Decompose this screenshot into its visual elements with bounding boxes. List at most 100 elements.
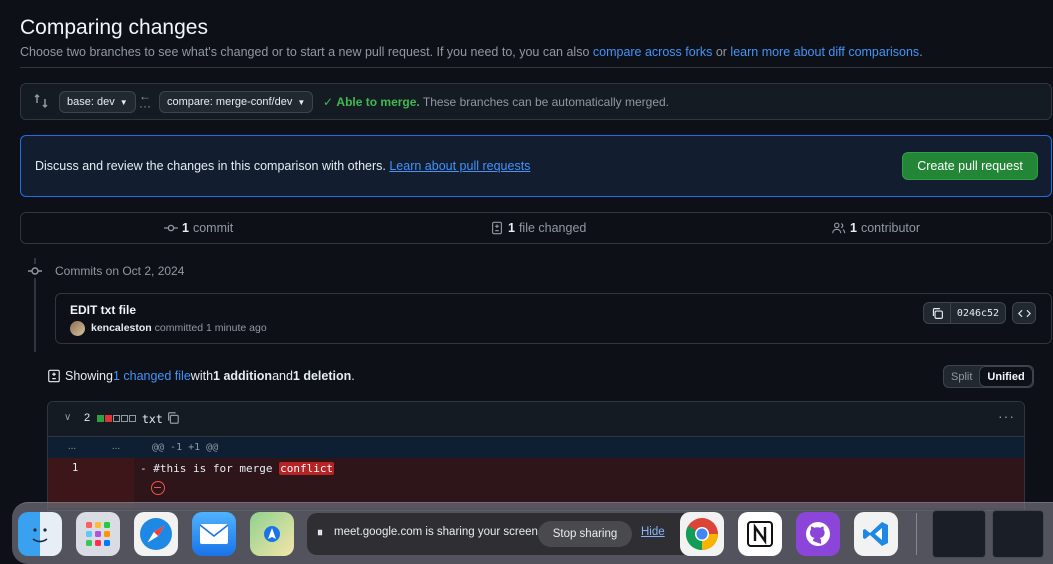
avatar[interactable] (70, 321, 85, 336)
split-view-button[interactable]: Split (944, 366, 979, 387)
base-branch-label: base: dev (67, 96, 115, 108)
launchpad-icon[interactable] (76, 512, 120, 556)
learn-pr-link[interactable]: Learn about pull requests (389, 159, 530, 173)
range-editor: base: dev ▼ ← ··· compare: merge-conf/dev ▼… (20, 83, 1052, 120)
expand-down-button[interactable]: ... (96, 441, 136, 452)
maps-icon[interactable] (250, 512, 294, 556)
file-header: ∨ 2 txt ··· (48, 402, 1024, 437)
file-diff-icon (48, 369, 60, 383)
caret-down-icon: ▼ (119, 97, 128, 107)
merge-status: ✓ Able to merge. These branches can be a… (323, 95, 669, 109)
commits-label: commit (192, 221, 234, 235)
subtitle-text: Choose two branches to see what's change… (20, 45, 593, 59)
arrow-left-icon: ← ··· (139, 89, 151, 113)
browse-code-button[interactable] (1012, 302, 1036, 324)
commit-sha-link[interactable]: 0246c52 (951, 302, 1006, 324)
copy-icon[interactable] (166, 411, 180, 425)
finder-icon[interactable] (18, 512, 62, 556)
diff-view-toggle: Split Unified (943, 365, 1034, 388)
deleted-text: - #this is for merge (140, 462, 280, 475)
summary-with: with (190, 369, 214, 383)
minus-circle-icon (151, 481, 165, 495)
safari-icon[interactable] (134, 512, 178, 556)
people-icon (832, 222, 846, 234)
comparison-stats: 1 commit 1 file changed 1 contributor (20, 212, 1052, 244)
dock-separator (916, 513, 917, 555)
commit-meta: kencaleston committed 1 minute ago (91, 322, 267, 334)
base-branch-select[interactable]: base: dev ▼ (59, 91, 136, 113)
expand-up-button[interactable]: ... (52, 441, 92, 452)
commit-author-link[interactable]: kencaleston (91, 322, 152, 334)
hunk-header-text: @@ -1 +1 @@ (152, 442, 219, 453)
pr-prompt-text: Discuss and review the changes in this c… (35, 159, 390, 173)
file-diff: ∨ 2 txt ··· ... ... @@ -1 +1 @@ 1 - #thi… (47, 401, 1025, 511)
compare-branch-select[interactable]: compare: merge-conf/dev ▼ (159, 91, 314, 113)
stat-files[interactable]: 1 file changed (490, 221, 586, 235)
git-commit-icon (28, 264, 42, 278)
github-desktop-icon[interactable] (796, 512, 840, 556)
code-icon (1017, 309, 1031, 317)
line-number-gutter: 1 (48, 458, 134, 508)
notion-icon[interactable] (738, 512, 782, 556)
subtitle-or: or (712, 45, 731, 59)
contributors-count: 1 (850, 221, 857, 235)
copy-icon (932, 307, 943, 319)
diffstat-neutral (113, 415, 120, 422)
contributors-label: contributor (860, 221, 921, 235)
files-label: file changed (518, 221, 587, 235)
summary-and: and (272, 369, 293, 383)
chrome-icon[interactable] (680, 512, 724, 556)
stat-commits[interactable]: 1 commit (164, 221, 233, 235)
caret-down-icon: ▼ (297, 97, 306, 107)
minimized-window-thumbnail[interactable] (992, 510, 1044, 558)
vscode-icon[interactable] (854, 512, 898, 556)
commit-title-link[interactable]: EDIT txt file (70, 303, 136, 317)
commit-sha-group: 0246c52 (923, 302, 1036, 326)
diff-line-deleted: 1 - #this is for merge conflict (48, 458, 1024, 508)
summary-suffix: . (351, 369, 355, 383)
line-number[interactable]: 1 (72, 462, 78, 474)
create-pull-request-button[interactable]: Create pull request (902, 152, 1038, 180)
diff-line-code: - #this is for merge conflict (140, 462, 335, 475)
summary-additions: 1 addition (213, 369, 273, 383)
diffstat-add (97, 415, 104, 422)
kebab-menu-icon[interactable]: ··· (998, 408, 1015, 424)
minimized-window-thumbnail[interactable] (932, 510, 986, 558)
header-divider (20, 67, 1052, 68)
deleted-highlight: conflict (279, 462, 335, 475)
commit-time: committed 1 minute ago (151, 322, 267, 334)
check-icon: ✓ (323, 95, 334, 109)
commits-date-heading: Commits on Oct 2, 2024 (55, 264, 185, 278)
file-change-count: 2 (84, 412, 91, 424)
diffstat-bar (97, 415, 136, 422)
chevron-down-icon[interactable]: ∨ (64, 412, 71, 423)
learn-diff-link[interactable]: learn more about diff comparisons (730, 45, 919, 59)
summary-prefix: Showing (65, 369, 113, 383)
copy-sha-button[interactable] (923, 302, 951, 324)
pr-prompt: Discuss and review the changes in this c… (20, 135, 1052, 197)
unified-view-button[interactable]: Unified (979, 366, 1033, 387)
hide-share-bar-button[interactable]: Hide (641, 526, 665, 538)
diffstat-neutral (129, 415, 136, 422)
git-commit-icon (164, 224, 178, 232)
hunk-header: ... ... @@ -1 +1 @@ (48, 437, 1024, 458)
subtitle-suffix: . (919, 45, 923, 59)
file-name-link[interactable]: txt (142, 412, 163, 426)
compare-branch-label: compare: merge-conf/dev (167, 96, 293, 108)
macos-dock: ⏸ meet.google.com is sharing your screen… (12, 502, 1053, 564)
git-compare-icon (34, 93, 48, 109)
summary-deletions: 1 deletion (292, 369, 352, 383)
stop-sharing-button[interactable]: Stop sharing (538, 521, 632, 547)
screen-share-bar: ⏸ meet.google.com is sharing your screen… (307, 513, 694, 555)
compare-forks-link[interactable]: compare across forks (593, 45, 712, 59)
mail-icon[interactable] (192, 512, 236, 556)
commits-count: 1 (182, 221, 189, 235)
stat-contributors[interactable]: 1 contributor (831, 221, 920, 235)
page-subtitle: Choose two branches to see what's change… (20, 45, 923, 59)
pr-prompt-message: Discuss and review the changes in this c… (35, 159, 530, 173)
page-title: Comparing changes (20, 16, 208, 39)
diffstat-del (105, 415, 112, 422)
pause-icon[interactable]: ⏸ (317, 525, 323, 540)
files-count: 1 (508, 221, 515, 235)
changed-file-link[interactable]: 1 changed file (113, 369, 191, 383)
